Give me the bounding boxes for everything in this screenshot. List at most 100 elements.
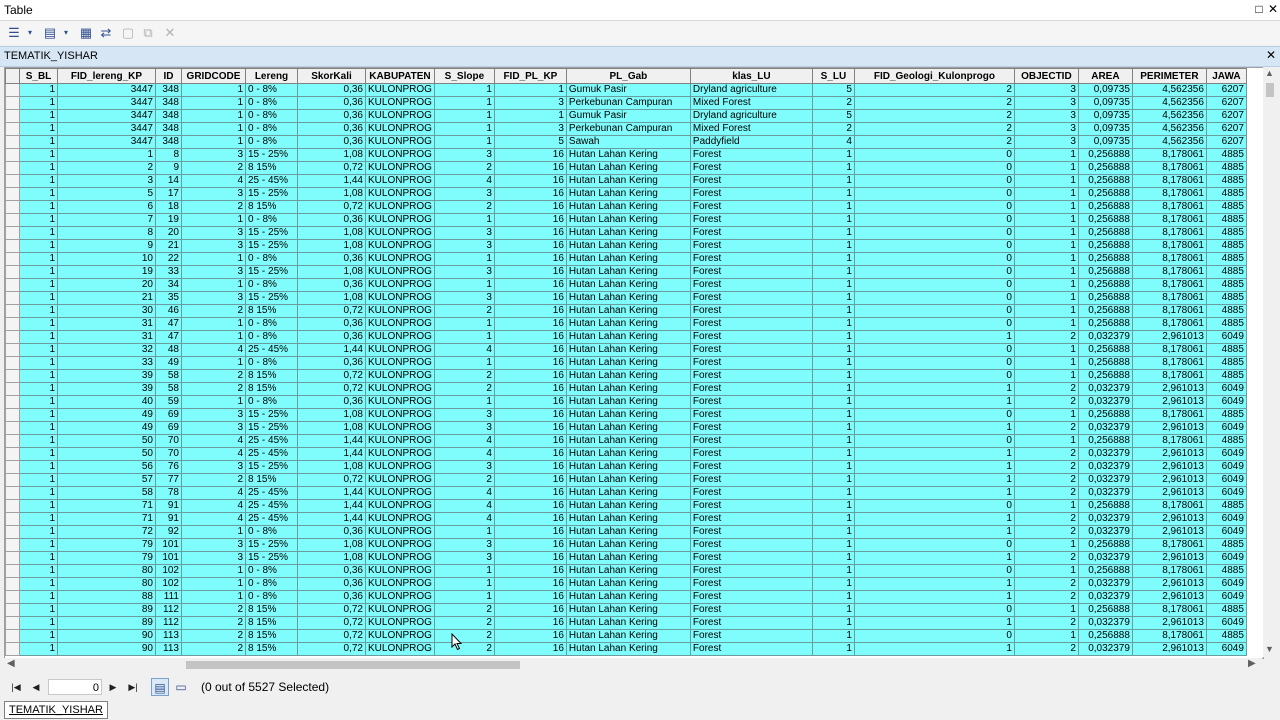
table-cell[interactable]: 16 bbox=[493, 148, 567, 162]
delete-selected-icon[interactable]: ✕ bbox=[162, 25, 178, 41]
table-row[interactable]: 1 40 59 1 0 - 8% 0,36 KULONPROG 1 16 Hutan Lahan … bbox=[5, 395, 1247, 409]
table-cell[interactable]: 0,72 bbox=[297, 200, 366, 214]
table-cell[interactable]: Hutan Lahan Kering bbox=[565, 577, 691, 591]
table-cell[interactable]: 1 bbox=[811, 382, 855, 396]
table-cell[interactable]: 35 bbox=[155, 291, 182, 305]
table-cell[interactable]: 2,961013 bbox=[1131, 421, 1207, 435]
table-cell[interactable]: Hutan Lahan Kering bbox=[565, 447, 691, 461]
table-cell[interactable]: 1 bbox=[811, 148, 855, 162]
table-cell[interactable]: 1 bbox=[1013, 265, 1079, 279]
table-cell[interactable]: Hutan Lahan Kering bbox=[565, 408, 691, 422]
table-cell[interactable]: 16 bbox=[493, 317, 567, 331]
table-row[interactable]: 1 6 18 2 8 15% 0,72 KULONPROG 2 16 Hutan Lahan Ke… bbox=[5, 200, 1247, 214]
table-cell[interactable]: KULONPROG bbox=[365, 343, 435, 357]
row-selector[interactable] bbox=[5, 330, 20, 344]
table-row[interactable]: 1 79 101 3 15 - 25% 1,08 KULONPROG 3 16 Hutan Lah… bbox=[5, 551, 1247, 565]
table-cell[interactable]: 8 15% bbox=[245, 369, 298, 383]
table-cell[interactable]: 40 bbox=[57, 395, 156, 409]
table-cell[interactable]: 16 bbox=[493, 343, 567, 357]
table-cell[interactable]: 8,178061 bbox=[1131, 538, 1207, 552]
table-cell[interactable]: 3 bbox=[181, 408, 246, 422]
table-cell[interactable]: 0,256888 bbox=[1077, 304, 1133, 318]
table-cell[interactable]: 1 bbox=[19, 109, 58, 123]
table-cell[interactable]: 1 bbox=[19, 447, 58, 461]
table-cell[interactable]: 69 bbox=[155, 421, 182, 435]
table-cell[interactable]: 2 bbox=[181, 304, 246, 318]
table-row[interactable]: 1 9 21 3 15 - 25% 1,08 KULONPROG 3 16 Hutan Lahan… bbox=[5, 239, 1247, 253]
table-cell[interactable]: 1 bbox=[57, 148, 156, 162]
table-cell[interactable]: 112 bbox=[155, 616, 182, 630]
table-cell[interactable]: 0 bbox=[853, 538, 1015, 552]
table-cell[interactable]: 3 bbox=[181, 239, 246, 253]
table-cell[interactable]: 1 bbox=[433, 122, 495, 136]
table-cell[interactable]: 5 bbox=[493, 135, 567, 149]
table-cell[interactable]: 19 bbox=[57, 265, 156, 279]
table-cell[interactable]: 0,09735 bbox=[1077, 122, 1133, 136]
table-cell[interactable]: 1 bbox=[19, 239, 58, 253]
table-cell[interactable]: KULONPROG bbox=[365, 213, 435, 227]
table-cell[interactable]: 72 bbox=[57, 525, 156, 539]
table-cell[interactable]: 6049 bbox=[1205, 551, 1247, 565]
table-cell[interactable]: 2 bbox=[433, 629, 495, 643]
table-cell[interactable]: 1 bbox=[181, 525, 246, 539]
table-cell[interactable]: 18 bbox=[155, 200, 182, 214]
table-cell[interactable]: 0 - 8% bbox=[245, 577, 298, 591]
row-selector[interactable] bbox=[5, 278, 20, 292]
table-cell[interactable]: Hutan Lahan Kering bbox=[565, 616, 691, 630]
table-cell[interactable]: 2 bbox=[433, 369, 495, 383]
table-cell[interactable]: 1 bbox=[19, 161, 58, 175]
table-cell[interactable]: Forest bbox=[689, 473, 813, 487]
row-selector[interactable] bbox=[5, 343, 20, 357]
table-cell[interactable]: 1 bbox=[433, 83, 495, 97]
table-cell[interactable]: 0,032379 bbox=[1077, 395, 1133, 409]
table-cell[interactable]: 92 bbox=[155, 525, 182, 539]
table-cell[interactable]: Forest bbox=[689, 148, 813, 162]
table-cell[interactable]: 0,256888 bbox=[1077, 226, 1133, 240]
table-cell[interactable]: 16 bbox=[493, 447, 567, 461]
table-cell[interactable]: KULONPROG bbox=[365, 330, 435, 344]
table-cell[interactable]: 0,256888 bbox=[1077, 538, 1133, 552]
table-cell[interactable]: 77 bbox=[155, 473, 182, 487]
table-cell[interactable]: 1 bbox=[853, 486, 1015, 500]
table-row[interactable]: 1 71 91 4 25 - 45% 1,44 KULONPROG 4 16 Hutan Laha… bbox=[5, 512, 1247, 526]
table-cell[interactable]: Forest bbox=[689, 395, 813, 409]
table-cell[interactable]: 4885 bbox=[1205, 369, 1247, 383]
table-cell[interactable]: 1 bbox=[811, 174, 855, 188]
tab-tematik-yishar[interactable]: TEMATIK_YISHAR bbox=[4, 701, 108, 719]
table-cell[interactable]: 8,178061 bbox=[1131, 408, 1207, 422]
table-cell[interactable]: 1 bbox=[19, 226, 58, 240]
table-cell[interactable]: 113 bbox=[155, 629, 182, 643]
table-cell[interactable]: 25 - 45% bbox=[245, 486, 298, 500]
table-cell[interactable]: Forest bbox=[689, 525, 813, 539]
table-cell[interactable]: 16 bbox=[493, 538, 567, 552]
table-cell[interactable]: 113 bbox=[155, 642, 182, 656]
table-cell[interactable]: 1 bbox=[811, 226, 855, 240]
table-cell[interactable]: 8 bbox=[57, 226, 156, 240]
table-cell[interactable]: 3 bbox=[181, 187, 246, 201]
table-cell[interactable]: 20 bbox=[155, 226, 182, 240]
table-cell[interactable]: 15 - 25% bbox=[245, 148, 298, 162]
table-cell[interactable]: 1 bbox=[19, 590, 58, 604]
table-cell[interactable]: 6207 bbox=[1205, 135, 1247, 149]
table-cell[interactable]: 0,256888 bbox=[1077, 239, 1133, 253]
table-cell[interactable]: 0,256888 bbox=[1077, 213, 1133, 227]
table-cell[interactable]: 1 bbox=[19, 473, 58, 487]
table-row[interactable]: 1 3447 348 1 0 - 8% 0,36 KULONPROG 1 3 Perkebunan… bbox=[5, 122, 1247, 136]
table-cell[interactable]: 3447 bbox=[57, 109, 156, 123]
table-cell[interactable]: 1 bbox=[1013, 161, 1079, 175]
table-cell[interactable]: 1 bbox=[19, 395, 58, 409]
table-row[interactable]: 1 50 70 4 25 - 45% 1,44 KULONPROG 4 16 Hutan Laha… bbox=[5, 434, 1247, 448]
table-cell[interactable]: 1,44 bbox=[297, 343, 366, 357]
table-cell[interactable]: 1 bbox=[853, 525, 1015, 539]
table-cell[interactable]: 30 bbox=[57, 304, 156, 318]
table-cell[interactable]: 15 - 25% bbox=[245, 460, 298, 474]
table-cell[interactable]: 0,256888 bbox=[1077, 265, 1133, 279]
table-cell[interactable]: 58 bbox=[155, 382, 182, 396]
table-cell[interactable]: Hutan Lahan Kering bbox=[565, 278, 691, 292]
table-cell[interactable]: 0,256888 bbox=[1077, 200, 1133, 214]
table-cell[interactable]: 8,178061 bbox=[1131, 265, 1207, 279]
table-cell[interactable]: KULONPROG bbox=[365, 83, 435, 97]
table-cell[interactable]: 1 bbox=[19, 200, 58, 214]
table-row[interactable]: 1 90 113 2 8 15% 0,72 KULONPROG 2 16 Hutan Lahan … bbox=[5, 629, 1247, 643]
table-cell[interactable]: 0,256888 bbox=[1077, 564, 1133, 578]
